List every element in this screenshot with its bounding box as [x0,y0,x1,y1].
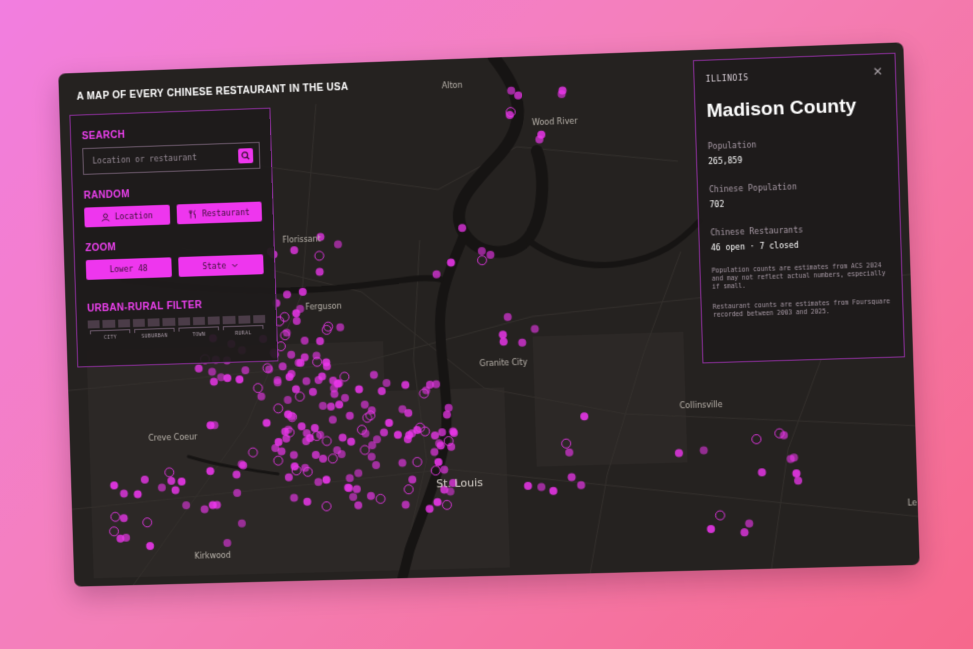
random-location-label: Location [115,211,153,221]
zoom-lower48-button[interactable]: Lower 48 [86,257,172,280]
restaurant-marker[interactable] [700,446,708,454]
zoom-state-label: State [202,261,226,271]
app-window: Alton Wood River Florissant Ferguson Gra… [58,42,919,586]
restaurant-marker[interactable] [322,325,331,334]
zoom-lower48-label: Lower 48 [109,264,147,274]
zoom-state-dropdown[interactable]: State [178,254,264,277]
slider-cell[interactable] [88,320,100,328]
restaurant-marker[interactable] [794,477,802,485]
slider-cell[interactable] [178,317,190,325]
restaurant-marker[interactable] [315,251,324,260]
restaurant-marker[interactable] [336,323,344,331]
filter-category-city: CITY [88,334,132,341]
search-section-label: SEARCH [82,125,260,142]
map-label-creve-coeur: Creve Coeur [148,432,197,442]
restaurant-marker[interactable] [477,256,486,265]
random-section-label: RANDOM [84,185,262,202]
zoom-section-label: ZOOM [85,237,263,254]
restaurant-marker[interactable] [290,246,298,254]
restaurant-marker[interactable] [316,268,324,276]
restaurant-marker[interactable] [301,336,309,344]
restaurant-marker[interactable] [499,338,507,346]
restaurant-marker[interactable] [740,528,748,536]
search-icon [238,148,253,163]
slider-cell[interactable] [208,316,220,324]
map-label-florissant: Florissant [282,234,321,244]
slider-cell[interactable] [238,315,250,323]
restaurant-marker[interactable] [499,331,507,339]
search-box [82,142,260,175]
slider-cell[interactable] [118,319,130,327]
map-label-wood-river: Wood River [532,117,578,128]
state-name: ILLINOIS [705,68,884,84]
chevron-down-icon [231,261,239,269]
restaurant-marker[interactable] [401,381,409,389]
population-value: 265,859 [708,151,887,166]
filter-category-town: TOWN [177,331,222,338]
restaurant-marker[interactable] [752,435,761,444]
restaurant-marker[interactable] [537,483,545,491]
county-detail-panel: ILLINOIS ✕ Madison County Population 265… [693,53,905,364]
filter-section-label: URBAN-RURAL FILTER [87,298,265,315]
city-texture [87,332,691,578]
slider-cell[interactable] [253,315,265,323]
restaurant-marker[interactable] [715,511,724,520]
filter-category-suburban: SUBURBAN [132,333,176,340]
filter-category-rural: RURAL [221,330,266,337]
map-label-kirkwood: Kirkwood [194,551,231,561]
person-icon [101,212,110,221]
restaurant-marker[interactable] [293,317,301,325]
restaurant-marker[interactable] [518,339,526,347]
slider-cell[interactable] [103,320,115,328]
search-input[interactable] [92,152,230,166]
restaurant-marker[interactable] [758,468,766,476]
restaurant-marker[interactable] [568,473,576,481]
map-label-leb: Leb [907,498,919,507]
restaurant-marker[interactable] [504,313,512,321]
map-label-collinsville: Collinsville [679,400,722,410]
map-label-ferguson: Ferguson [305,302,342,312]
random-restaurant-label: Restaurant [202,207,250,218]
slider-cell[interactable] [133,319,145,327]
population-note: Population counts are estimates from ACS… [712,262,891,292]
slider-cell[interactable] [148,318,160,326]
restaurant-note: Restaurant counts are estimates from Fou… [713,298,892,320]
restaurant-marker[interactable] [524,482,532,490]
slider-cell[interactable] [193,317,205,325]
restaurant-marker[interactable] [707,525,715,533]
county-name: Madison County [706,94,885,123]
restaurant-marker[interactable] [334,240,342,248]
restaurant-marker[interactable] [531,325,539,333]
slider-cell[interactable] [223,316,235,324]
map-label-granite-city: Granite City [479,358,527,368]
population-label: Population [708,136,887,151]
chinese-population-value: 702 [709,194,888,209]
search-button[interactable] [238,148,253,163]
chinese-restaurants-label: Chinese Restaurants [710,223,889,238]
restaurant-marker[interactable] [745,519,753,527]
controls-panel: SEARCH RANDOM Location [69,108,278,368]
random-location-button[interactable]: Location [84,205,170,228]
chinese-restaurants-value: 46 open · 7 closed [711,238,890,253]
restaurant-marker[interactable] [792,469,800,477]
map-label-st-louis: St. Louis [436,476,483,490]
chinese-population-label: Chinese Population [709,179,888,194]
random-restaurant-button[interactable]: Restaurant [176,202,262,225]
slider-cell[interactable] [163,318,175,326]
map-label-alton: Alton [442,81,463,91]
utensils-icon [188,209,197,218]
restaurant-marker[interactable] [549,487,557,495]
close-icon[interactable]: ✕ [872,64,883,78]
